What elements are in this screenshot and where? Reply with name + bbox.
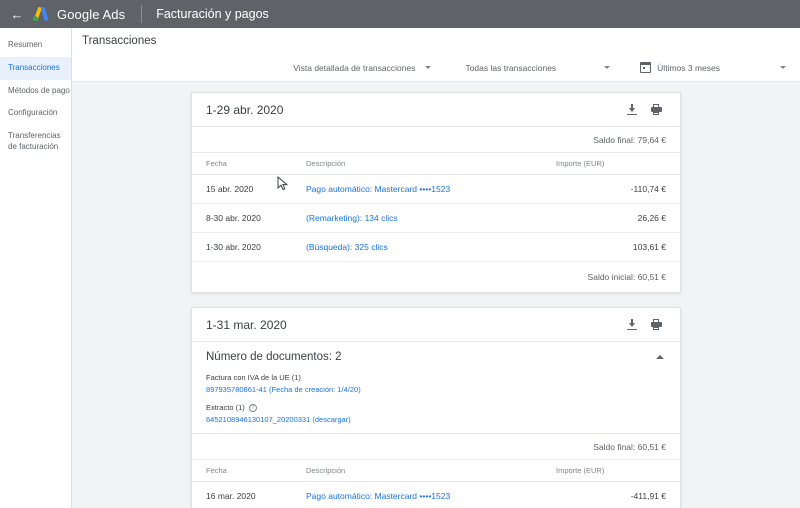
- sidebar-item-transacciones[interactable]: Transacciones: [0, 56, 71, 80]
- view-mode-label: Vista detallada de transacciones: [293, 62, 416, 73]
- documents-count-label: Número de documentos: 2: [206, 351, 342, 363]
- column-header-amount: Importe (EUR): [556, 153, 680, 175]
- page-header: Transacciones: [72, 28, 800, 54]
- sidebar-item-resumen[interactable]: Resumen: [0, 34, 71, 57]
- card-period-label: 1-29 abr. 2020: [206, 102, 284, 117]
- transaction-card-april: 1-29 abr. 2020 Saldo final: 79,64 € Fech…: [191, 92, 681, 293]
- cell-date: 1-30 abr. 2020: [192, 232, 306, 262]
- cell-amount: -110,74 €: [556, 174, 680, 204]
- sidebar-item-configuracion[interactable]: Configuración: [0, 102, 71, 125]
- google-ads-logo-icon: [32, 6, 50, 22]
- column-header-date: Fecha: [192, 153, 306, 175]
- documents-section-header[interactable]: Número de documentos: 2: [192, 342, 680, 370]
- appbar-divider: [141, 5, 143, 23]
- cell-amount: 26,26 €: [556, 203, 680, 233]
- document-group-label-invoice: Factura con IVA de la UE (1): [206, 373, 666, 382]
- invoice-document-link[interactable]: 897935780861-41 (Fecha de creación: 1/4/…: [206, 385, 666, 394]
- column-header-description: Descripción: [306, 153, 556, 175]
- transaction-card-march: 1-31 mar. 2020 Número de documentos: 2 F…: [191, 307, 681, 508]
- print-icon[interactable]: [646, 100, 666, 120]
- column-header-description: Descripción: [306, 460, 556, 482]
- chevron-down-icon: [780, 66, 786, 69]
- cell-date: 16 mar. 2020: [192, 481, 306, 508]
- transactions-table: Fecha Descripción Importe (EUR) 15 abr. …: [192, 153, 680, 262]
- transactions-scroll-area[interactable]: 1-29 abr. 2020 Saldo final: 79,64 € Fech…: [72, 82, 800, 508]
- table-row: 8-30 abr. 2020 (Remarketing): 134 clics …: [192, 203, 680, 233]
- table-header-row: Fecha Descripción Importe (EUR): [192, 153, 680, 175]
- cell-description-link[interactable]: (Remarketing): 134 clics: [306, 213, 398, 223]
- date-range-dropdown[interactable]: Últimos 3 meses: [640, 62, 786, 73]
- cell-description-link[interactable]: Pago automático: Mastercard ••••1523: [306, 491, 450, 501]
- column-header-date: Fecha: [192, 460, 306, 482]
- transactions-table: Fecha Descripción Importe (EUR) 16 mar. …: [192, 460, 680, 508]
- filter-bar: Vista detallada de transacciones Todas l…: [72, 54, 800, 82]
- opening-balance-label: Saldo inicial: 60,51 €: [587, 272, 666, 282]
- help-icon[interactable]: ?: [248, 403, 257, 412]
- sidebar-item-transferencias-de-facturacion[interactable]: Transferencias de facturación: [0, 125, 71, 159]
- cell-date: 15 abr. 2020: [192, 174, 306, 204]
- card-header: 1-31 mar. 2020: [192, 308, 680, 342]
- table-row: 16 mar. 2020 Pago automático: Mastercard…: [192, 481, 680, 508]
- table-header-row: Fecha Descripción Importe (EUR): [192, 460, 680, 482]
- page-title: Transacciones: [82, 35, 157, 47]
- document-group-title: Factura con IVA de la UE (1): [206, 373, 301, 382]
- column-header-amount: Importe (EUR): [556, 460, 680, 482]
- view-mode-dropdown[interactable]: Vista detallada de transacciones: [293, 62, 432, 73]
- content-area: Transacciones Vista detallada de transac…: [72, 28, 800, 508]
- closing-balance-label: Saldo final: 60,51 €: [593, 441, 666, 452]
- cell-amount: 103,61 €: [556, 232, 680, 262]
- closing-balance-label: Saldo final: 79,64 €: [593, 134, 666, 145]
- brand-name: Google Ads: [57, 6, 126, 22]
- print-icon[interactable]: [646, 315, 666, 335]
- page-layout: Resumen Transacciones Métodos de pago Co…: [0, 28, 800, 508]
- download-icon[interactable]: [622, 100, 642, 120]
- transaction-type-label: Todas las transacciones: [465, 62, 557, 73]
- table-row: 15 abr. 2020 Pago automático: Mastercard…: [192, 174, 680, 204]
- closing-balance-row: Saldo final: 60,51 €: [192, 434, 680, 460]
- documents-list: Factura con IVA de la UE (1) 89793578086…: [192, 370, 680, 424]
- app-bar: ← Google Ads Facturación y pagos: [0, 0, 800, 28]
- opening-balance-row: Saldo inicial: 60,51 €: [192, 262, 680, 292]
- document-group-title: Extracto (1): [206, 403, 245, 412]
- sidebar: Resumen Transacciones Métodos de pago Co…: [0, 28, 72, 508]
- chevron-up-icon[interactable]: [656, 355, 664, 359]
- table-row: 1-30 abr. 2020 (Búsqueda): 325 clics 103…: [192, 232, 680, 262]
- card-header: 1-29 abr. 2020: [192, 93, 680, 127]
- appbar-title: Facturación y pagos: [156, 7, 269, 21]
- cell-amount: -411,91 €: [556, 481, 680, 508]
- download-icon[interactable]: [622, 315, 642, 335]
- closing-balance-row: Saldo final: 79,64 €: [192, 127, 680, 153]
- chevron-down-icon: [425, 66, 432, 69]
- transaction-type-dropdown[interactable]: Todas las transacciones: [465, 62, 611, 73]
- card-period-label: 1-31 mar. 2020: [206, 317, 287, 332]
- cell-description-link[interactable]: Pago automático: Mastercard ••••1523: [306, 184, 450, 194]
- calendar-icon: [640, 62, 652, 73]
- back-arrow-icon[interactable]: ←: [8, 5, 26, 23]
- statement-document-link[interactable]: 6452108946130107_20200331 (descargar): [206, 415, 666, 424]
- date-range-label: Últimos 3 meses: [657, 62, 720, 73]
- cell-description-link[interactable]: (Búsqueda): 325 clics: [306, 242, 388, 252]
- document-group-label-statement: Extracto (1) ?: [206, 403, 666, 412]
- sidebar-item-metodos-de-pago[interactable]: Métodos de pago: [0, 80, 71, 103]
- cell-date: 8-30 abr. 2020: [192, 203, 306, 233]
- chevron-down-icon: [604, 66, 611, 69]
